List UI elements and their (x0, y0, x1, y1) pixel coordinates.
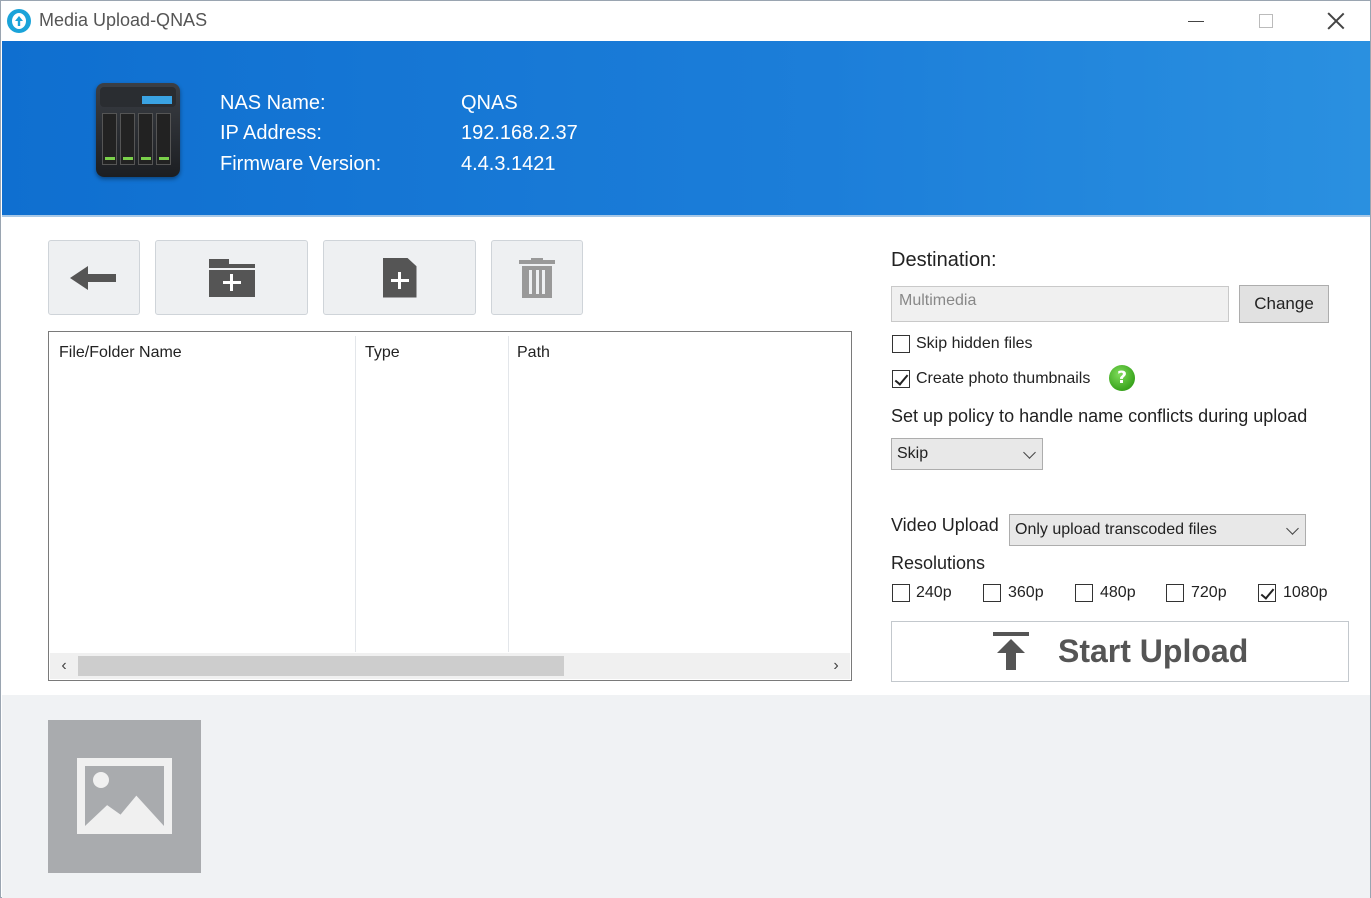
horizontal-scrollbar[interactable]: ‹ › (50, 653, 850, 679)
resolution-480p-checkbox[interactable] (1075, 584, 1093, 602)
chevron-down-icon (1023, 446, 1036, 459)
file-list-table[interactable]: File/Folder Name Type Path ‹ › (48, 331, 852, 681)
maximize-button[interactable] (1231, 1, 1301, 41)
firmware-value: 4.4.3.1421 (461, 153, 556, 175)
window-title: Media Upload-QNAS (39, 10, 208, 30)
add-file-button[interactable] (323, 240, 476, 315)
trash-icon (519, 257, 555, 298)
resolutions-label: Resolutions (891, 553, 986, 573)
delete-button[interactable] (491, 240, 583, 315)
preview-thumbnail (48, 720, 201, 873)
add-folder-button[interactable] (155, 240, 308, 315)
column-separator[interactable] (508, 336, 509, 652)
video-upload-label: Video Upload (891, 515, 999, 535)
title-bar: Media Upload-QNAS (1, 1, 1370, 41)
column-separator[interactable] (355, 336, 356, 652)
destination-field[interactable]: Multimedia (891, 286, 1229, 322)
resolution-720p-checkbox[interactable] (1166, 584, 1184, 602)
column-header-name[interactable]: File/Folder Name (59, 344, 182, 362)
arrow-left-icon (70, 265, 118, 290)
resolution-360p-checkbox[interactable] (983, 584, 1001, 602)
video-upload-select[interactable]: Only upload transcoded files (1009, 514, 1306, 546)
firmware-label: Firmware Version: (220, 153, 382, 175)
resolution-1080p-label[interactable]: 1080p (1283, 584, 1328, 602)
app-window: Media Upload-QNAS NAS Name: QNAS IP Addr… (0, 0, 1371, 898)
folder-plus-icon (208, 258, 255, 297)
conflict-policy-value: Skip (897, 445, 929, 462)
image-placeholder-icon (77, 758, 172, 834)
ip-address-value: 192.168.2.37 (461, 122, 578, 144)
resolution-360p-label[interactable]: 360p (1008, 584, 1044, 602)
nas-device-icon (96, 83, 180, 179)
app-logo-icon (7, 9, 31, 33)
maximize-icon (1259, 14, 1273, 28)
ip-address-label: IP Address: (220, 122, 322, 144)
thumbnails-checkbox[interactable] (892, 370, 910, 388)
scrollbar-thumb[interactable] (78, 656, 564, 676)
minimize-icon (1188, 20, 1204, 22)
close-button[interactable] (1301, 1, 1371, 41)
upload-arrow-icon (991, 632, 1031, 672)
nas-name-label: NAS Name: (220, 92, 326, 114)
resolution-480p-label[interactable]: 480p (1100, 584, 1136, 602)
resolution-720p-label[interactable]: 720p (1191, 584, 1227, 602)
resolution-1080p-checkbox[interactable] (1258, 584, 1276, 602)
chevron-down-icon (1286, 522, 1299, 535)
nas-info-header: NAS Name: QNAS IP Address: 192.168.2.37 … (2, 41, 1370, 215)
skip-hidden-label[interactable]: Skip hidden files (916, 335, 1033, 353)
skip-hidden-checkbox[interactable] (892, 335, 910, 353)
column-header-path[interactable]: Path (517, 344, 550, 362)
conflict-policy-label: Set up policy to handle name conflicts d… (891, 406, 1308, 426)
scroll-right-icon[interactable]: › (826, 656, 846, 676)
start-upload-label[interactable]: Start Upload (1058, 633, 1248, 670)
scroll-left-icon[interactable]: ‹ (54, 656, 74, 676)
resolution-240p-label[interactable]: 240p (916, 584, 952, 602)
resolution-240p-checkbox[interactable] (892, 584, 910, 602)
help-icon[interactable]: ? (1109, 365, 1135, 391)
nas-name-value: QNAS (461, 92, 518, 114)
close-icon (1327, 12, 1345, 30)
preview-area (2, 695, 1370, 898)
file-plus-icon (382, 257, 417, 298)
thumbnails-label[interactable]: Create photo thumbnails (916, 370, 1090, 388)
header-divider (2, 215, 1370, 217)
back-button[interactable] (48, 240, 140, 315)
conflict-policy-select[interactable]: Skip (891, 438, 1043, 470)
video-upload-value: Only upload transcoded files (1015, 521, 1217, 538)
column-header-type[interactable]: Type (365, 344, 400, 362)
destination-label: Destination: (891, 249, 997, 271)
change-button[interactable]: Change (1239, 285, 1329, 323)
minimize-button[interactable] (1161, 1, 1231, 41)
